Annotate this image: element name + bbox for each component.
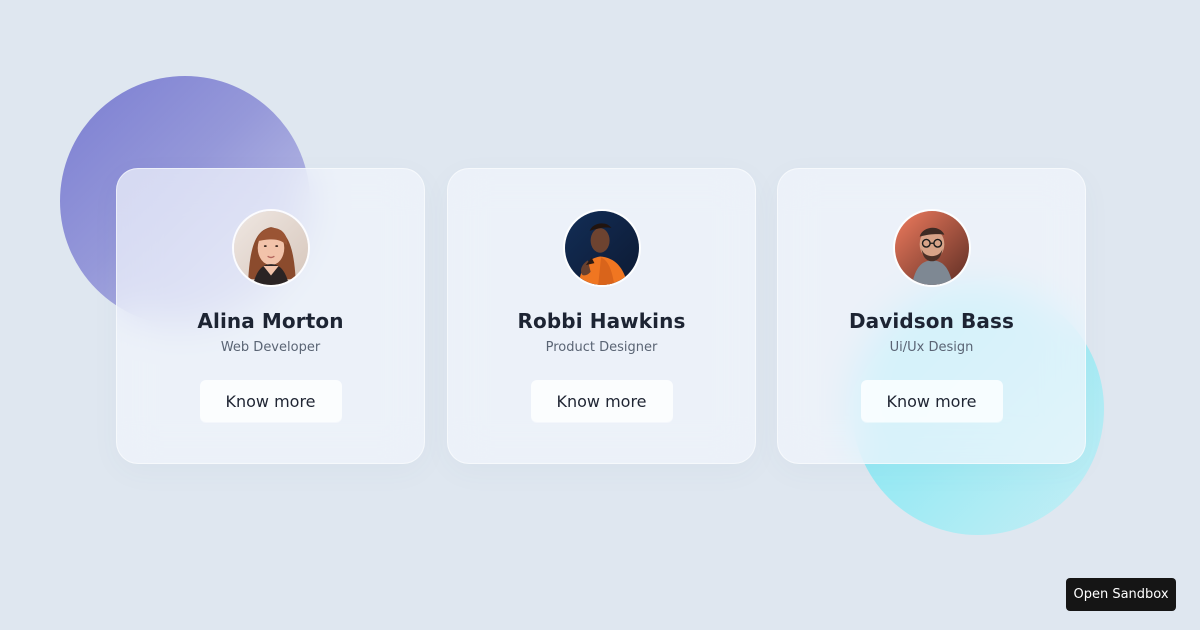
- davidson-bass-avatar: [892, 209, 971, 287]
- profile-card: Alina Morton Web Developer Know more: [116, 168, 425, 464]
- profile-name: Robbi Hawkins: [517, 309, 686, 333]
- profile-card: Robbi Hawkins Product Designer Know more: [447, 168, 756, 464]
- robbi-hawkins-avatar: [562, 209, 641, 287]
- profile-card: Davidson Bass Ui/Ux Design Know more: [777, 168, 1086, 464]
- profile-role: Ui/Ux Design: [889, 340, 974, 355]
- profile-role: Product Designer: [545, 340, 658, 355]
- know-more-button[interactable]: Know more: [860, 380, 1003, 422]
- know-more-button[interactable]: Know more: [199, 380, 342, 422]
- know-more-button[interactable]: Know more: [530, 380, 673, 422]
- open-sandbox-button[interactable]: Open Sandbox: [1066, 578, 1176, 611]
- profile-name: Davidson Bass: [848, 309, 1014, 333]
- profile-name: Alina Morton: [197, 309, 344, 333]
- alina-morton-avatar: [231, 209, 310, 287]
- profile-role: Web Developer: [220, 340, 321, 355]
- profile-cards: Alina Morton Web Developer Know more Rob…: [116, 168, 1086, 464]
